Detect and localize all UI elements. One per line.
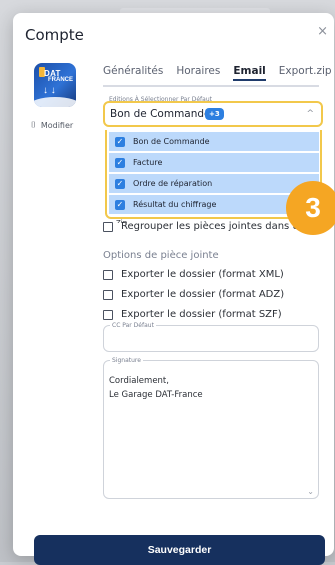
tabs-divider [103,85,319,87]
signature-textarea[interactable]: Signature Cordialement, Le Garage DAT-Fr… [103,357,319,499]
option-label: Ordre de réparation [133,179,213,188]
option-label: Facture [133,158,163,167]
attachments-section-title: Options de pièce jointe [103,250,219,261]
logo-text-france: FRANCE [48,77,73,83]
logo-arrows: ↓ ↓ [43,85,56,96]
export-adz-checkbox[interactable] [103,289,113,300]
signature-text: Cordialement, Le Garage DAT-France [109,374,203,402]
checkbox-checked-icon: ✓ [115,157,125,168]
chevron-up-icon[interactable]: ^ [306,109,314,119]
option-facture[interactable]: ✓ Facture [109,153,319,172]
tab-export-zip[interactable]: Export.zip [279,65,332,77]
option-ordre-de-reparation[interactable]: ✓ Ordre de réparation [109,174,319,193]
modify-label: Modifier [40,120,74,130]
settings-tabs: Généralités Horaires Email Export.zip [103,65,335,81]
export-szf-row[interactable]: Exporter le dossier (format SZF) [103,309,282,320]
signature-label: Signature [110,357,143,364]
camera-icon: ⌷ [31,120,36,129]
checkbox-checked-icon: ✓ [115,199,125,210]
close-icon[interactable]: × [317,24,328,39]
cc-default-label: CC Par Défaut [110,322,156,329]
account-modal: Compte × DAT FRANCE ↓ ↓ ⌷ Modifier Génér… [13,13,334,556]
export-szf-checkbox[interactable] [103,309,113,320]
editions-select[interactable]: Bon de Commande +3 ^ [103,101,323,127]
export-xml-checkbox[interactable] [103,269,113,280]
option-label: Bon de Commande [133,137,210,146]
modify-logo-button[interactable]: ⌷ Modifier [31,120,73,130]
editions-selected-value: Bon de Commande [110,108,211,120]
company-logo: DAT FRANCE ↓ ↓ [34,63,76,107]
option-bon-de-commande[interactable]: ✓ Bon de Commande [109,132,319,151]
export-adz-row[interactable]: Exporter le dossier (format ADZ) [103,289,284,300]
resize-handle-icon[interactable]: ⌄ [307,487,314,496]
group-attachments-row[interactable]: Regrouper les pièces jointes dans un se [103,221,320,232]
export-szf-label: Exporter le dossier (format SZF) [121,309,282,320]
option-label: Résultat du chiffrage [133,200,217,209]
export-xml-label: Exporter le dossier (format XML) [121,269,284,280]
tab-horaires[interactable]: Horaires [176,65,220,77]
signature-line-1: Cordialement, [109,376,169,386]
signature-line-2: Le Garage DAT-France [109,390,203,400]
modal-title: Compte [25,26,84,44]
checkbox-checked-icon: ✓ [115,136,125,147]
cc-default-field[interactable]: CC Par Défaut [103,322,319,352]
export-adz-label: Exporter le dossier (format ADZ) [121,289,285,300]
tab-generalites[interactable]: Généralités [103,65,163,77]
tab-email[interactable]: Email [233,65,267,81]
checkbox-checked-icon: ✓ [115,178,125,189]
save-button[interactable]: Sauvegarder [34,535,325,565]
step-number-badge: 3 [286,181,335,235]
group-attachments-checkbox[interactable] [103,221,113,232]
extra-count-badge: +3 [205,108,224,120]
export-xml-row[interactable]: Exporter le dossier (format XML) [103,269,284,280]
logo-wave [34,97,76,107]
